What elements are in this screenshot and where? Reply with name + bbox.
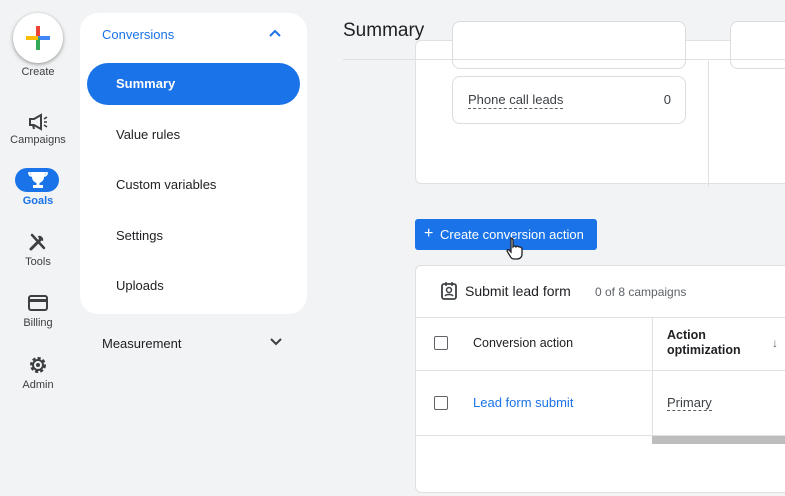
subnav-item-summary[interactable]: Summary (87, 63, 300, 105)
rail-item-billing[interactable]: Billing (0, 289, 76, 341)
create-label: Create (21, 66, 55, 78)
chevron-down-icon[interactable] (268, 336, 284, 348)
hand-cursor-icon (506, 237, 523, 260)
summary-card: Phone call leads 0 (415, 21, 785, 187)
title-divider (343, 59, 785, 60)
page-title: Summary (343, 20, 425, 41)
column-header-action-optimization[interactable]: Action optimization (667, 328, 757, 358)
rail-label-tools: Tools (25, 256, 51, 268)
row-divider (416, 370, 785, 371)
rail-item-campaigns[interactable]: Campaigns (0, 106, 76, 158)
rail-item-tools[interactable]: Tools (0, 228, 76, 280)
rail-item-goals[interactable]: Goals (0, 166, 76, 218)
card-divider (708, 61, 709, 187)
conversions-header[interactable]: Conversions (102, 27, 174, 42)
conversion-action-link[interactable]: Lead form submit (473, 395, 573, 410)
measurement-nav-item[interactable]: Measurement (102, 336, 181, 351)
rail-label-admin: Admin (22, 379, 54, 391)
submit-lead-form-card: Submit lead form 0 of 8 campaigns Conver… (415, 265, 785, 493)
credit-card-icon (28, 295, 48, 311)
trophy-icon (28, 172, 48, 188)
rail-label-campaigns: Campaigns (10, 134, 66, 146)
metric-box-top (452, 21, 686, 69)
subnav-item-settings[interactable]: Settings (116, 228, 163, 243)
rail-label-goals: Goals (22, 195, 54, 207)
column-divider (652, 317, 653, 435)
row-checkbox[interactable] (434, 396, 448, 410)
tools-icon (29, 233, 46, 251)
subnav-item-value-rules[interactable]: Value rules (116, 127, 180, 142)
horizontal-scrollbar[interactable] (652, 436, 785, 444)
column-header-conversion-action[interactable]: Conversion action (473, 336, 573, 350)
phone-leads-box[interactable]: Phone call leads 0 (452, 76, 686, 124)
phone-leads-value: 0 (663, 92, 671, 107)
sort-arrow-icon[interactable]: ↓ (772, 336, 778, 350)
header-divider (416, 317, 785, 318)
form-contact-icon (441, 282, 457, 300)
plus-icon: + (424, 225, 434, 242)
subnav-item-custom-variables[interactable]: Custom variables (116, 177, 216, 192)
subnav-item-summary-label: Summary (116, 76, 176, 91)
gear-icon (30, 357, 46, 373)
chevron-up-icon[interactable] (268, 28, 282, 38)
subnav-item-uploads[interactable]: Uploads (116, 278, 164, 293)
optimization-value: Primary (667, 395, 712, 411)
card-title: Submit lead form (465, 283, 571, 299)
campaign-count: 0 of 8 campaigns (595, 285, 687, 299)
conversions-subnav: Conversions Summary Value rules Custom v… (80, 13, 307, 314)
plus-icon (26, 26, 50, 50)
rail-label-billing: Billing (23, 317, 53, 329)
rail-item-admin[interactable]: Admin (0, 351, 76, 403)
create-button[interactable] (13, 13, 63, 63)
left-rail: Create Campaigns Goals Tools Billing Adm… (0, 0, 76, 496)
megaphone-icon (29, 113, 48, 131)
select-all-checkbox[interactable] (434, 336, 448, 350)
phone-leads-label: Phone call leads (468, 92, 564, 109)
metric-box-top-right (730, 21, 785, 69)
